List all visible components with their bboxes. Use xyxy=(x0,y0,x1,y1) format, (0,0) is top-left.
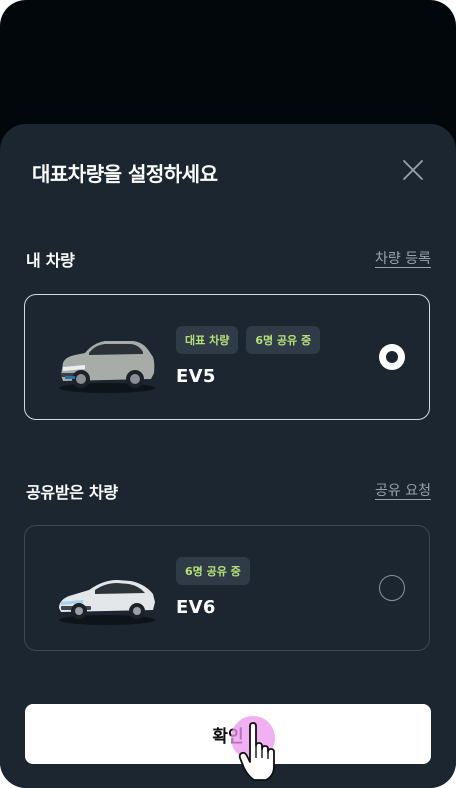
ev5-badges: 대표 차량 6명 공유 중 xyxy=(176,326,321,354)
share-count-badge: 6명 공유 중 xyxy=(176,557,250,585)
car-card-ev5[interactable]: 대표 차량 6명 공유 중 EV5 xyxy=(24,294,430,420)
ev5-car-image xyxy=(59,341,155,393)
share-count-badge: 6명 공유 중 xyxy=(246,326,321,354)
shared-cars-title: 공유받은 차량 xyxy=(26,483,118,502)
car-name-ev5: EV5 xyxy=(176,366,216,387)
sheet-title: 대표차량을 설정하세요 xyxy=(32,162,218,186)
bottom-sheet xyxy=(0,124,456,788)
phone-screen: 대표차량을 설정하세요 내 차량 차량 등록 대표 차량 6명 공유 중 EV5… xyxy=(0,0,456,788)
confirm-button[interactable]: 확인 xyxy=(25,704,431,764)
radio-checked-icon[interactable] xyxy=(379,344,405,370)
my-cars-title: 내 차량 xyxy=(26,251,75,270)
hand-pointer-icon xyxy=(238,722,275,781)
close-icon[interactable] xyxy=(400,157,426,183)
register-car-link[interactable]: 차량 등록 xyxy=(375,248,431,268)
ev6-car-image xyxy=(59,580,155,625)
radio-unchecked-icon[interactable] xyxy=(379,575,405,601)
ev6-badges: 6명 공유 중 xyxy=(176,557,250,585)
representative-badge: 대표 차량 xyxy=(176,326,239,354)
car-name-ev6: EV6 xyxy=(176,597,216,618)
car-card-ev6[interactable]: 6명 공유 중 EV6 xyxy=(24,525,430,651)
share-request-link[interactable]: 공유 요청 xyxy=(375,480,431,500)
